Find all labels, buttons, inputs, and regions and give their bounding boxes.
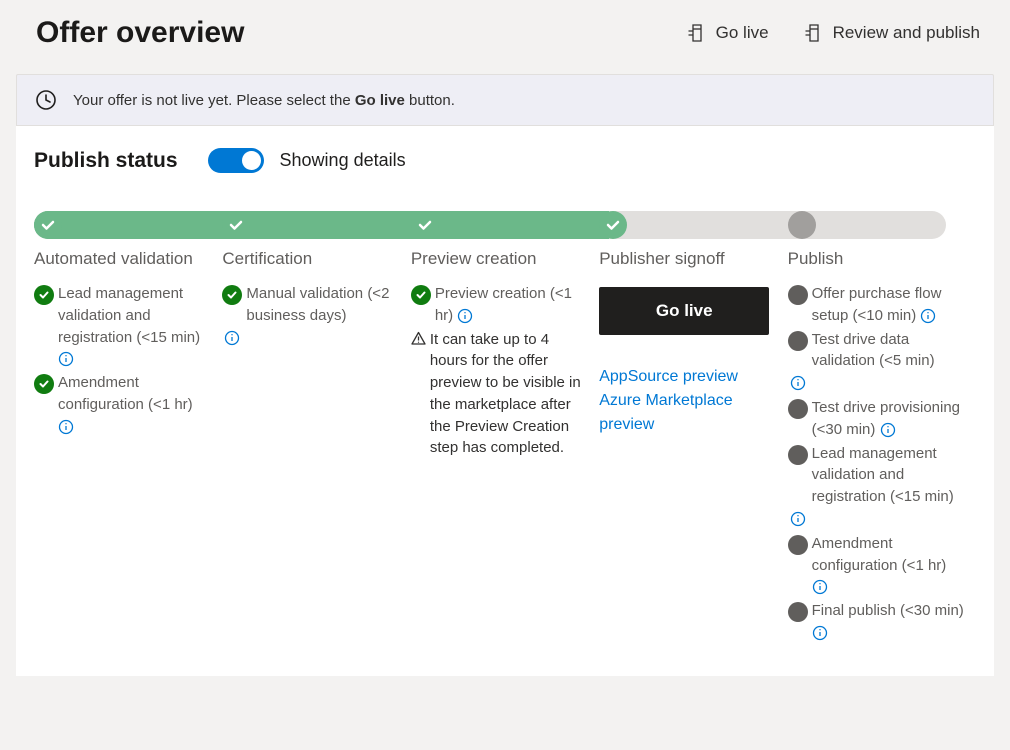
step-text: Preview creation (<1 hr) xyxy=(435,283,587,327)
pending-dot-icon xyxy=(788,535,808,555)
azure-marketplace-preview-link[interactable]: Azure Marketplace preview xyxy=(599,389,775,437)
stage-automated-validation: Automated validation Lead management val… xyxy=(34,211,222,646)
header-actions: Go live Review and publish xyxy=(688,23,980,43)
stage-marker xyxy=(222,211,250,239)
step-text: Test drive provisioning (<30 min) xyxy=(812,397,964,441)
stage-body: Go live AppSource preview Azure Marketpl… xyxy=(599,283,775,437)
info-icon[interactable] xyxy=(812,625,828,641)
step-text: Manual validation (<2 business days) xyxy=(246,283,398,327)
review-publish-action[interactable]: Review and publish xyxy=(805,23,980,43)
check-icon xyxy=(34,374,54,394)
check-icon xyxy=(411,285,431,305)
stage-body: Preview creation (<1 hr) It can take up … xyxy=(411,283,587,459)
step-item: Amendment configuration (<1 hr) xyxy=(788,533,964,598)
stage-publisher-signoff: Publisher signoff Go live AppSource prev… xyxy=(599,211,787,646)
info-icon[interactable] xyxy=(457,308,473,324)
step-item: Manual validation (<2 business days) xyxy=(222,283,398,327)
check-icon xyxy=(34,285,54,305)
preview-links: AppSource preview Azure Marketplace prev… xyxy=(599,365,775,437)
info-icon[interactable] xyxy=(58,351,74,367)
step-text: Test drive data validation (<5 min) xyxy=(812,329,964,373)
stage-title: Publish xyxy=(788,249,964,269)
info-icon[interactable] xyxy=(224,330,240,346)
go-live-action[interactable]: Go live xyxy=(688,23,769,43)
publish-icon xyxy=(805,24,823,42)
stage-publish: Publish Offer purchase flow setup (<10 m… xyxy=(788,211,976,646)
page-header: Offer overview Go live Review and publis xyxy=(0,0,1010,74)
toggle-knob xyxy=(242,151,261,170)
step-item: Final publish (<30 min) xyxy=(788,600,964,644)
pending-dot-icon xyxy=(788,602,808,622)
step-item: Preview creation (<1 hr) xyxy=(411,283,587,327)
status-heading: Publish status xyxy=(34,149,178,173)
notice-bar: Your offer is not live yet. Please selec… xyxy=(16,74,994,126)
stage-marker xyxy=(411,211,439,239)
review-publish-label: Review and publish xyxy=(833,23,980,43)
info-icon[interactable] xyxy=(880,422,896,438)
info-row xyxy=(790,374,964,391)
stage-body: Offer purchase flow setup (<10 min) Test… xyxy=(788,283,964,644)
step-item: Lead management validation and registrat… xyxy=(34,283,210,370)
info-icon[interactable] xyxy=(58,419,74,435)
step-item: Lead management validation and registrat… xyxy=(788,443,964,508)
status-heading-row: Publish status Showing details xyxy=(34,148,976,173)
info-row xyxy=(224,329,398,346)
stages: Automated validation Lead management val… xyxy=(34,211,976,646)
warning-block: It can take up to 4 hours for the offer … xyxy=(411,329,587,460)
step-text: Amendment configuration (<1 hr) xyxy=(58,372,210,437)
pending-dot-icon xyxy=(788,399,808,419)
step-item: Offer purchase flow setup (<10 min) xyxy=(788,283,964,327)
page-title: Offer overview xyxy=(36,16,244,50)
step-item: Test drive data validation (<5 min) xyxy=(788,329,964,373)
stage-marker xyxy=(599,211,627,239)
info-icon[interactable] xyxy=(920,308,936,324)
step-item: Test drive provisioning (<30 min) xyxy=(788,397,964,441)
step-text: Final publish (<30 min) xyxy=(812,600,964,644)
details-toggle[interactable] xyxy=(208,148,264,173)
go-live-label: Go live xyxy=(716,23,769,43)
publish-icon xyxy=(688,24,706,42)
toggle-wrap: Showing details xyxy=(208,148,406,173)
pending-dot-icon xyxy=(788,331,808,351)
stage-title: Automated validation xyxy=(34,249,210,269)
step-item: Amendment configuration (<1 hr) xyxy=(34,372,210,437)
toggle-label: Showing details xyxy=(280,150,406,171)
warning-text: It can take up to 4 hours for the offer … xyxy=(430,329,587,460)
notice-text: Your offer is not live yet. Please selec… xyxy=(73,92,455,109)
warning-icon xyxy=(411,331,426,460)
stage-title: Publisher signoff xyxy=(599,249,775,269)
pending-dot-icon xyxy=(788,285,808,305)
info-icon[interactable] xyxy=(812,579,828,595)
publish-status-panel: Publish status Showing details Automated… xyxy=(16,126,994,676)
stage-title: Certification xyxy=(222,249,398,269)
step-text: Lead management validation and registrat… xyxy=(812,443,964,508)
step-text: Offer purchase flow setup (<10 min) xyxy=(812,283,964,327)
stage-marker xyxy=(788,211,816,239)
stage-marker xyxy=(34,211,62,239)
info-icon[interactable] xyxy=(790,511,806,527)
clock-icon xyxy=(35,89,57,111)
stage-preview-creation: Preview creation Preview creation (<1 hr… xyxy=(411,211,599,646)
timeline: Automated validation Lead management val… xyxy=(34,211,976,646)
stage-title: Preview creation xyxy=(411,249,587,269)
pending-dot-icon xyxy=(788,445,808,465)
step-text: Lead management validation and registrat… xyxy=(58,283,210,370)
step-text: Amendment configuration (<1 hr) xyxy=(812,533,964,598)
appsource-preview-link[interactable]: AppSource preview xyxy=(599,365,775,389)
go-live-button[interactable]: Go live xyxy=(599,287,769,335)
stage-body: Lead management validation and registrat… xyxy=(34,283,210,437)
check-icon xyxy=(222,285,242,305)
info-icon[interactable] xyxy=(790,375,806,391)
info-row xyxy=(790,510,964,527)
stage-certification: Certification Manual validation (<2 busi… xyxy=(222,211,410,646)
stage-body: Manual validation (<2 business days) xyxy=(222,283,398,346)
